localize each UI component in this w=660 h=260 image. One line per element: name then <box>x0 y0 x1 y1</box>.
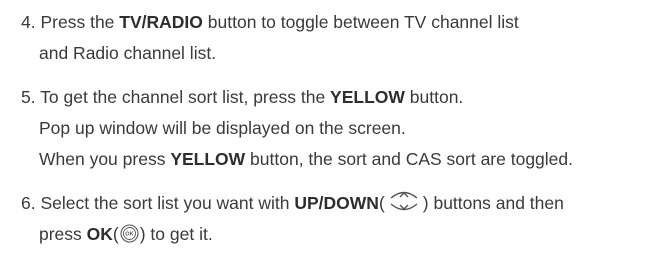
step-5-line-3: When you press YELLOW button, the sort a… <box>39 149 574 169</box>
up-down-button-label: UP/DOWN <box>294 193 379 213</box>
step-number: 4. <box>21 12 36 32</box>
ok-button-icon: OK <box>120 224 139 243</box>
tv-radio-button-label: TV/RADIO <box>119 12 203 32</box>
step-number: 6. <box>21 193 36 213</box>
step-5-line-2: Pop up window will be displayed on the s… <box>39 118 406 138</box>
yellow-button-label: YELLOW <box>330 87 405 107</box>
up-down-buttons-icon <box>387 189 421 213</box>
step-4-line-2: and Radio channel list. <box>39 43 217 63</box>
step-6-line-1: 6. Select the sort list you want with UP… <box>21 192 564 213</box>
ok-button-label: OK <box>86 224 113 244</box>
ok-icon-label: OK <box>125 232 133 238</box>
step-6-line-2: press OK( OK ) to get it. <box>39 224 213 244</box>
step-5-line-1: 5. To get the channel sort list, press t… <box>21 87 464 107</box>
instruction-document: 4. Press the TV/RADIO button to toggle b… <box>0 0 660 260</box>
step-number: 5. <box>21 87 36 107</box>
yellow-button-label: YELLOW <box>170 149 246 169</box>
step-4-line-1: 4. Press the TV/RADIO button to toggle b… <box>21 12 519 32</box>
